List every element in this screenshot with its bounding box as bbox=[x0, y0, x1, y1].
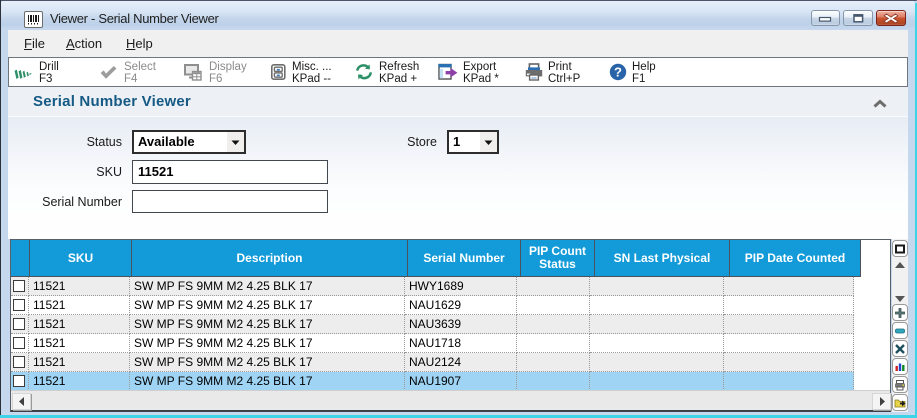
svg-text:?: ? bbox=[614, 65, 622, 80]
